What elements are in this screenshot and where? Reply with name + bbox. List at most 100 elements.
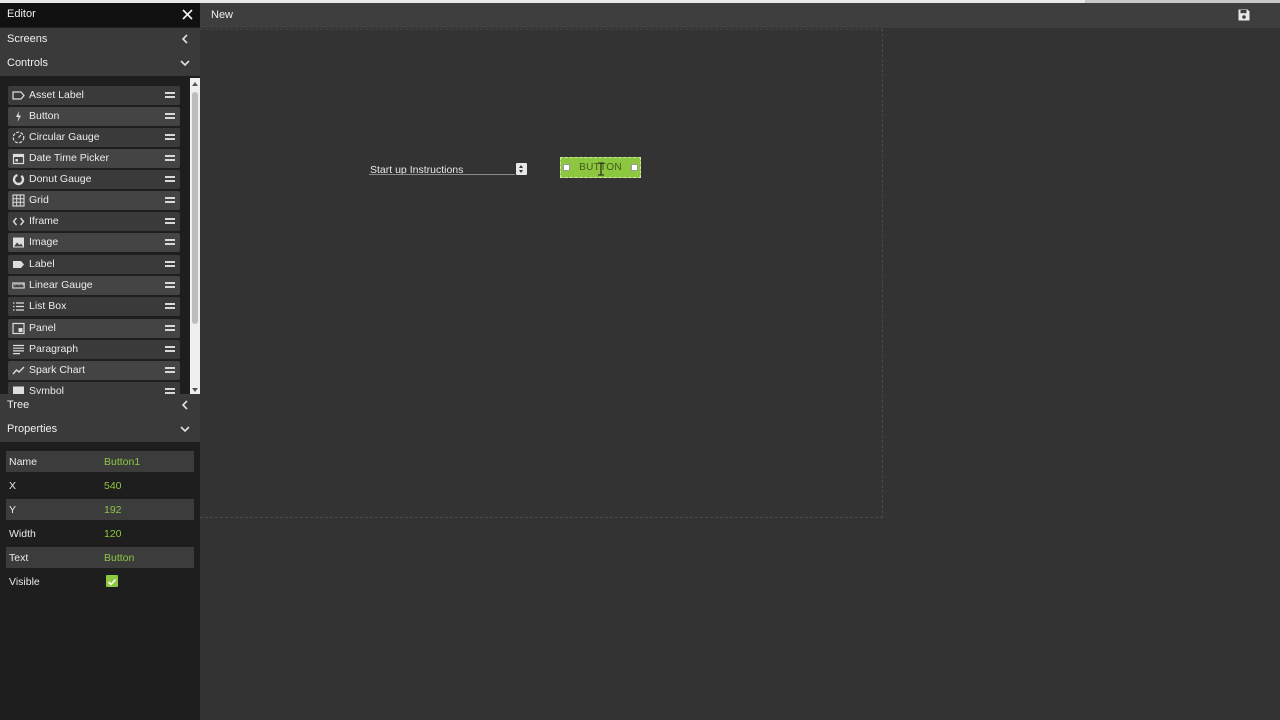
control-item-image[interactable]: Image [8,233,180,252]
control-item-label[interactable]: Label [8,255,180,274]
section-screens[interactable]: Screens [0,28,200,52]
control-item-panel[interactable]: Panel [8,319,180,338]
section-screens-title: Screens [7,33,48,45]
drag-handle-icon[interactable] [165,113,175,120]
control-item-donut-gauge[interactable]: Donut Gauge [8,170,180,189]
gauge-icon [12,131,25,144]
drag-handle-icon[interactable] [165,346,175,353]
list-icon [13,302,24,311]
check-icon [107,578,117,586]
donut-icon [12,173,25,186]
chevron-left-icon [181,400,188,410]
property-key: X [9,480,17,492]
property-value-name[interactable]: Button1 [104,456,140,468]
control-label: Grid [29,194,49,206]
chevron-left-icon [181,34,188,44]
text-cursor-icon [598,162,604,176]
control-item-iframe[interactable]: Iframe [8,212,180,231]
control-item-grid[interactable]: Grid [8,191,180,210]
image-icon [13,237,24,248]
control-label: Panel [29,322,56,334]
control-item-linear-gauge[interactable]: Linear Gauge [8,276,180,295]
resize-handle-right[interactable] [631,164,638,171]
section-properties-title: Properties [7,423,58,435]
lightning-icon [16,111,21,122]
trend-line-icon [12,366,25,375]
property-row-y: Y 192 [6,499,194,520]
drag-handle-icon[interactable] [165,197,175,204]
control-item-asset-label[interactable]: Asset Label [8,86,180,105]
drag-handle-icon[interactable] [165,134,175,141]
control-label: Image [29,236,59,248]
drag-handle-icon[interactable] [165,218,175,225]
drag-handle-icon[interactable] [165,176,175,183]
drag-handle-icon[interactable] [165,261,175,268]
property-value-width[interactable]: 120 [104,528,122,540]
drag-handle-icon[interactable] [165,239,175,246]
property-value-text[interactable]: Button [104,552,134,564]
scroll-up-icon[interactable] [192,82,198,86]
save-icon[interactable] [1238,9,1250,21]
property-row-width: Width 120 [6,523,194,544]
property-row-visible: Visible [6,571,194,592]
sidebar-title: Editor [7,8,36,20]
drag-handle-icon[interactable] [165,367,175,374]
grid-icon [12,194,25,207]
control-item-paragraph[interactable]: Paragraph [8,340,180,359]
control-label: Paragraph [29,343,79,355]
panel-icon [12,322,25,335]
document-title: New [211,9,234,21]
visible-checkbox[interactable] [106,575,118,587]
close-icon[interactable] [181,8,194,21]
control-item-spark-chart[interactable]: Spark Chart [8,361,180,380]
property-value-x[interactable]: 540 [104,480,122,492]
control-item-button[interactable]: Button [8,107,180,126]
spinner-up-icon [519,165,523,168]
drag-handle-icon[interactable] [165,303,175,310]
code-brackets-icon [12,217,25,226]
control-item-date-time-picker[interactable]: Date Time Picker [8,149,180,168]
control-item-circular-gauge[interactable]: Circular Gauge [8,128,180,147]
control-label: Spark Chart [29,364,86,376]
property-key: Y [9,504,17,516]
resize-handle-left[interactable] [563,164,570,171]
ruler-icon [12,282,25,289]
control-label: Button [29,110,60,122]
chevron-down-icon [180,426,190,433]
drag-handle-icon[interactable] [165,155,175,162]
property-key: Text [9,552,29,564]
section-properties[interactable]: Properties [0,418,200,442]
paragraph-icon [13,344,24,355]
property-row-x: X 540 [6,475,194,496]
control-label: Circular Gauge [29,131,100,143]
spinner-down-icon [519,170,523,173]
sidebar-header: Editor [0,3,200,27]
section-controls-title: Controls [7,57,48,69]
section-controls[interactable]: Controls [0,52,200,76]
property-key: Width [9,528,36,540]
tag-icon [13,261,24,268]
property-value-y[interactable]: 192 [104,504,122,516]
scroll-down-icon[interactable] [192,388,198,392]
drag-handle-icon[interactable] [165,282,175,289]
property-key: Name [9,456,38,468]
design-canvas[interactable] [200,29,883,518]
label-underline [369,174,515,175]
editor-sidebar: Editor Screens Controls Asset Label Butt… [0,3,200,720]
chevron-down-icon [180,60,190,67]
properties-table: Name Button1 X 540 Y 192 Width 120 Text … [6,451,194,595]
controls-list: Asset Label Button Circular Gauge Date T… [0,81,200,395]
controls-scrollbar[interactable] [190,78,200,396]
section-tree-title: Tree [7,399,30,411]
drag-handle-icon[interactable] [165,92,175,99]
property-row-name: Name Button1 [6,451,194,472]
scroll-thumb[interactable] [192,92,198,324]
control-item-list-box[interactable]: List Box [8,297,180,316]
control-label: Label [29,258,55,270]
control-label: List Box [29,300,67,312]
tag-outline-icon [12,91,25,100]
drag-handle-icon[interactable] [165,325,175,332]
property-key: Visible [9,576,40,588]
section-tree[interactable]: Tree [0,394,200,418]
spinner-widget[interactable] [516,163,527,175]
